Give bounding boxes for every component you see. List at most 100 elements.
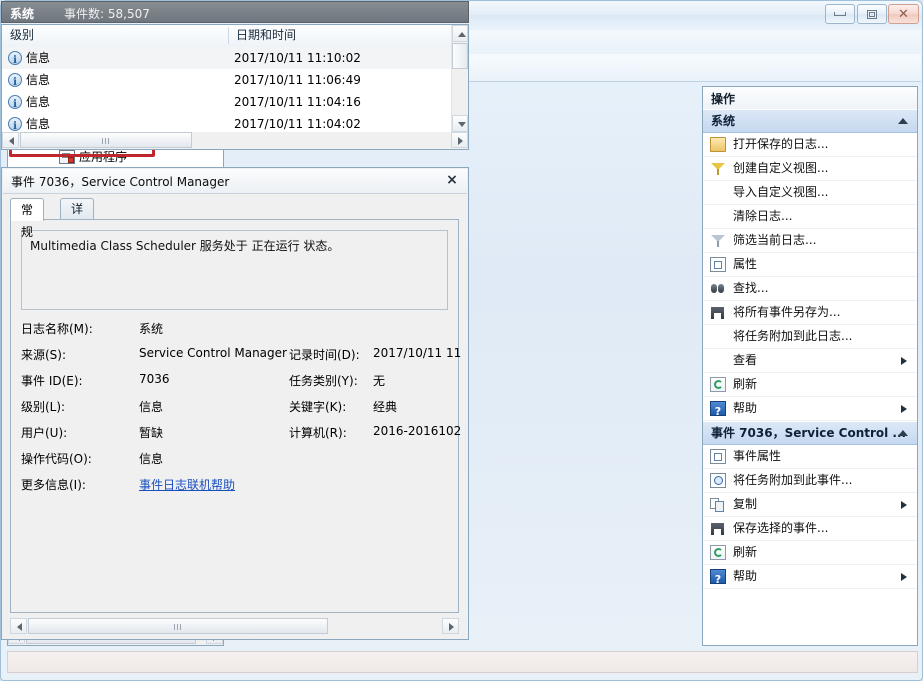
information-icon bbox=[8, 73, 22, 87]
action-item[interactable]: 帮助 bbox=[703, 565, 917, 589]
actions-pane: 操作 系统打开保存的日志...创建自定义视图...导入自定义视图...清除日志.… bbox=[702, 86, 918, 646]
action-item-label: 事件属性 bbox=[733, 445, 781, 468]
event-row[interactable]: 信息2017/10/11 11:04:02 bbox=[2, 113, 451, 132]
action-item-label: 将任务附加到此事件... bbox=[733, 469, 852, 492]
submenu-arrow-icon bbox=[901, 501, 907, 509]
scroll-down-arrow[interactable] bbox=[452, 115, 468, 132]
save-icon bbox=[710, 305, 726, 320]
column-header-level[interactable]: 级别 bbox=[2, 25, 236, 46]
chevron-up-icon[interactable] bbox=[898, 430, 908, 436]
action-item[interactable]: 保存选择的事件... bbox=[703, 517, 917, 541]
detail-hscroll-thumb[interactable] bbox=[28, 618, 328, 634]
minimize-button[interactable] bbox=[825, 4, 855, 24]
field-value: 7036 bbox=[139, 372, 170, 386]
detail-close-icon[interactable]: × bbox=[443, 172, 461, 190]
event-datetime: 2017/10/11 11:06:49 bbox=[234, 69, 361, 91]
chevron-up-icon[interactable] bbox=[898, 118, 908, 124]
field-value-secondary: 2016-2016102 bbox=[373, 424, 461, 438]
status-bar bbox=[7, 651, 918, 673]
action-item-label: 打开保存的日志... bbox=[733, 133, 828, 156]
action-item[interactable]: 创建自定义视图... bbox=[703, 157, 917, 181]
tab-general[interactable]: 常规 bbox=[10, 198, 44, 221]
field-value: 系统 bbox=[139, 320, 163, 337]
field-label-secondary: 任务类别(Y): bbox=[289, 372, 358, 389]
action-item-label: 属性 bbox=[733, 253, 757, 276]
scroll-up-arrow[interactable] bbox=[452, 25, 468, 42]
action-item-label: 导入自定义视图... bbox=[733, 181, 828, 204]
action-item[interactable]: 导入自定义视图... bbox=[703, 181, 917, 205]
action-item[interactable]: 属性 bbox=[703, 253, 917, 277]
field-value-secondary: 2017/10/11 11 bbox=[373, 346, 461, 360]
scroll-left-arrow[interactable] bbox=[2, 132, 19, 148]
field-label: 操作代码(O): bbox=[21, 450, 131, 467]
detail-field-row: 操作代码(O):信息 bbox=[21, 450, 448, 476]
event-row[interactable]: 信息2017/10/11 11:04:16 bbox=[2, 91, 451, 113]
field-value: 信息 bbox=[139, 398, 163, 415]
list-caption-bar: 系统 事件数: 58,507 bbox=[1, 1, 469, 23]
scroll-right-arrow[interactable] bbox=[442, 618, 459, 634]
column-header-datetime[interactable]: 日期和时间 bbox=[228, 25, 296, 46]
actions-group-header[interactable]: 事件 7036，Service Control ... bbox=[703, 421, 917, 445]
field-value: Service Control Manager bbox=[139, 346, 287, 360]
refresh-icon bbox=[710, 545, 726, 560]
action-item-label: 清除日志... bbox=[733, 205, 792, 228]
action-item[interactable]: 将任务附加到此事件... bbox=[703, 469, 917, 493]
submenu-arrow-icon bbox=[901, 573, 907, 581]
action-item[interactable]: 帮助 bbox=[703, 397, 917, 421]
event-list-vscroll-thumb[interactable] bbox=[452, 43, 468, 69]
event-list-horizontal-scrollbar[interactable] bbox=[2, 132, 468, 149]
action-item[interactable]: 刷新 bbox=[703, 541, 917, 565]
action-item[interactable]: 打开保存的日志... bbox=[703, 133, 917, 157]
action-item-label: 筛选当前日志... bbox=[733, 229, 816, 252]
detail-field-row: 事件 ID(E):7036任务类别(Y):无 bbox=[21, 372, 448, 398]
action-item-label: 将所有事件另存为... bbox=[733, 301, 840, 324]
actions-header: 操作 bbox=[703, 87, 917, 110]
action-item-label: 查找... bbox=[733, 277, 768, 300]
actions-group-title: 事件 7036，Service Control ... bbox=[711, 422, 906, 444]
action-item[interactable]: 刷新 bbox=[703, 373, 917, 397]
action-item-label: 将任务附加到此日志... bbox=[733, 325, 852, 348]
field-label-secondary: 关键字(K): bbox=[289, 398, 346, 415]
close-button[interactable]: ✕ bbox=[888, 4, 919, 24]
detail-horizontal-scrollbar[interactable] bbox=[10, 618, 459, 635]
information-icon bbox=[8, 95, 22, 109]
event-message-box[interactable]: Multimedia Class Scheduler 服务处于 正在运行 状态。 bbox=[21, 230, 448, 310]
scroll-right-arrow[interactable] bbox=[451, 132, 468, 148]
action-item[interactable]: 清除日志... bbox=[703, 205, 917, 229]
create-custom-view-icon bbox=[710, 161, 726, 176]
action-item[interactable]: 将任务附加到此日志... bbox=[703, 325, 917, 349]
action-item-label: 帮助 bbox=[733, 565, 757, 588]
actions-list[interactable]: 系统打开保存的日志...创建自定义视图...导入自定义视图...清除日志...筛… bbox=[703, 109, 917, 645]
filter-icon bbox=[710, 233, 726, 248]
minimize-icon bbox=[826, 5, 854, 23]
action-item[interactable]: 复制 bbox=[703, 493, 917, 517]
action-item-label: 刷新 bbox=[733, 373, 757, 396]
event-row[interactable]: 信息 2017/10/11 11:06:49 bbox=[2, 69, 451, 91]
actions-group-header[interactable]: 系统 bbox=[703, 109, 917, 133]
scroll-left-arrow[interactable] bbox=[10, 618, 27, 634]
maximize-button[interactable] bbox=[857, 4, 887, 24]
field-value: 暂缺 bbox=[139, 424, 163, 441]
event-list-vertical-scrollbar[interactable] bbox=[451, 25, 468, 132]
detail-more-info-row: 更多信息(I):事件日志联机帮助 bbox=[21, 476, 448, 502]
submenu-arrow-icon bbox=[901, 405, 907, 413]
action-item-label: 复制 bbox=[733, 493, 757, 516]
tree-item-3[interactable]: 应用程序 bbox=[8, 147, 223, 167]
event-list-rows[interactable]: 信息2017/10/11 11:10:02信息 2017/10/11 11:06:… bbox=[2, 47, 451, 132]
field-label-secondary: 记录时间(D): bbox=[289, 346, 360, 363]
event-row[interactable]: 信息2017/10/11 11:10:02 bbox=[2, 47, 451, 69]
action-item[interactable]: 查看 bbox=[703, 349, 917, 373]
action-item[interactable]: 将所有事件另存为... bbox=[703, 301, 917, 325]
information-icon bbox=[8, 51, 22, 65]
action-item[interactable]: 查找... bbox=[703, 277, 917, 301]
find-icon bbox=[710, 281, 726, 296]
field-label: 来源(S): bbox=[21, 346, 131, 363]
action-item-label: 查看 bbox=[733, 349, 757, 372]
event-list-hscroll-thumb[interactable] bbox=[20, 132, 192, 148]
tab-details[interactable]: 详细信息 bbox=[60, 198, 94, 219]
action-item[interactable]: 事件属性 bbox=[703, 445, 917, 469]
event-level: 信息 bbox=[26, 69, 50, 91]
event-log-online-help-link[interactable]: 事件日志联机帮助 bbox=[139, 476, 235, 493]
field-label: 日志名称(M): bbox=[21, 320, 131, 337]
action-item[interactable]: 筛选当前日志... bbox=[703, 229, 917, 253]
